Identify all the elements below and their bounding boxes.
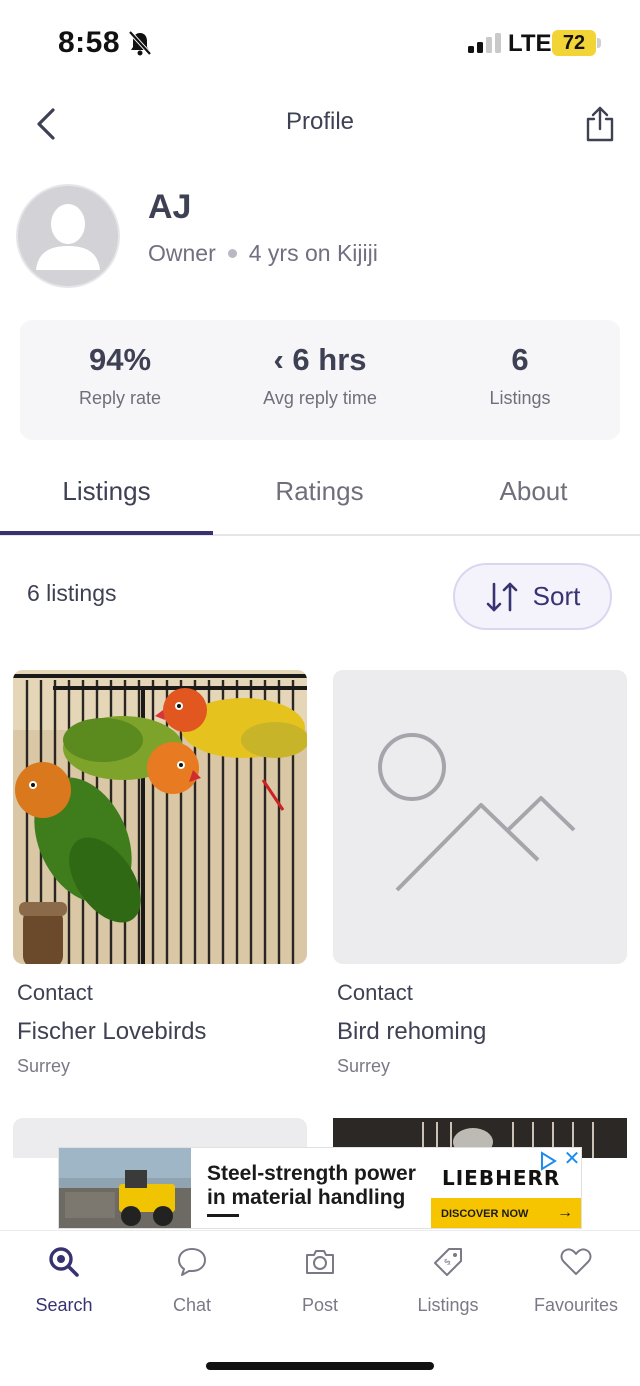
tag-icon: $ [434, 1248, 462, 1276]
tab-about[interactable]: About [427, 476, 640, 507]
tab-listings[interactable]: Listings [0, 476, 213, 507]
listing-card[interactable]: Contact Bird rehoming Surrey [333, 670, 627, 1077]
listing-location: Surrey [17, 1056, 71, 1076]
stat-value: 6 [511, 342, 529, 377]
listing-title[interactable]: Fischer Lovebirds [13, 1018, 307, 1046]
tab-ratings[interactable]: Ratings [213, 476, 426, 507]
ad-cta-label: DISCOVER NOW [441, 1208, 529, 1220]
profile-name: AJ [148, 188, 192, 226]
stat-listings: 6 Listings [420, 342, 620, 409]
bell-off-icon [128, 30, 152, 56]
nav-listings[interactable]: $ Listings [384, 1245, 512, 1316]
active-tab-indicator [0, 531, 213, 535]
stat-reply-rate: 94% Reply rate [20, 342, 220, 409]
adchoices-icon[interactable] [537, 1150, 559, 1172]
camera-icon [306, 1250, 334, 1274]
nav-post[interactable]: Post [256, 1245, 384, 1316]
ad-banner[interactable]: Steel-strength power in material handlin… [58, 1147, 582, 1229]
listing-image[interactable] [333, 670, 627, 964]
battery-indicator: 72 [552, 30, 596, 56]
ad-headline-line1: Steel-strength power [207, 1162, 416, 1185]
home-indicator[interactable] [206, 1362, 434, 1370]
listing-title[interactable]: Bird rehoming [333, 1018, 627, 1046]
battery-nub [597, 38, 601, 48]
user-silhouette-icon [18, 186, 118, 286]
image-placeholder-icon [333, 670, 627, 964]
lovebirds-photo [13, 670, 307, 964]
listing-image[interactable] [13, 670, 307, 964]
sort-button[interactable]: Sort [453, 563, 612, 630]
nav-favourites[interactable]: Favourites [512, 1245, 640, 1316]
stats-card: 94% Reply rate ‹ 6 hrs Avg reply time 6 … [20, 320, 620, 440]
listing-count: 6 listings [27, 580, 117, 606]
listing-price: Contact [337, 980, 413, 1005]
sort-label: Sort [532, 581, 581, 611]
ad-machinery-image [59, 1148, 191, 1228]
page-title: Profile [285, 108, 355, 135]
chat-bubble-icon [178, 1248, 206, 1276]
nav-label: Chat [172, 1295, 212, 1315]
stat-value: 94% [88, 342, 152, 377]
profile-role: Owner [148, 240, 216, 266]
stat-value: ‹ 6 hrs [273, 342, 367, 377]
svg-text:$: $ [442, 1257, 453, 1268]
sort-arrows-icon [486, 582, 517, 611]
listing-card[interactable]: Contact Fischer Lovebirds Surrey [13, 670, 307, 1077]
nav-chat[interactable]: Chat [128, 1245, 256, 1316]
separator-dot [227, 249, 237, 258]
nav-label: Post [301, 1295, 339, 1315]
ad-headline-line2: in material handling [207, 1186, 406, 1209]
ad-headline: Steel-strength power in material handlin… [207, 1162, 427, 1210]
arrow-right-icon: → [557, 1204, 573, 1221]
avatar [16, 184, 120, 288]
profile-meta: Owner 4 yrs on Kijiji [148, 240, 378, 267]
search-icon [49, 1247, 79, 1277]
share-button[interactable] [578, 102, 622, 146]
listing-location: Surrey [337, 1056, 391, 1076]
profile-tenure: 4 yrs on Kijiji [248, 240, 378, 266]
listing-price: Contact [17, 980, 93, 1005]
profile-tabs: Listings Ratings About [0, 458, 640, 536]
heart-icon [560, 1248, 592, 1275]
stat-label: Avg reply time [263, 388, 377, 408]
ad-cta-button[interactable]: DISCOVER NOW → [431, 1198, 581, 1228]
top-header: Profile [0, 88, 640, 158]
stat-avg-reply-time: ‹ 6 hrs Avg reply time [220, 342, 420, 409]
status-time: 8:58 [58, 26, 121, 59]
stat-label: Reply rate [78, 388, 162, 408]
network-label: LTE [508, 30, 552, 57]
share-icon [586, 106, 614, 142]
status-bar: 8:58 LTE 72 [0, 0, 640, 88]
ad-close-icon[interactable]: ✕ [561, 1148, 581, 1170]
nav-label: Search [35, 1295, 93, 1315]
nav-search[interactable]: Search [0, 1245, 128, 1316]
nav-label: Favourites [533, 1295, 619, 1315]
stat-label: Listings [489, 388, 551, 408]
nav-label: Listings [417, 1295, 479, 1315]
signal-icon [468, 33, 501, 53]
ad-underline [207, 1214, 239, 1217]
